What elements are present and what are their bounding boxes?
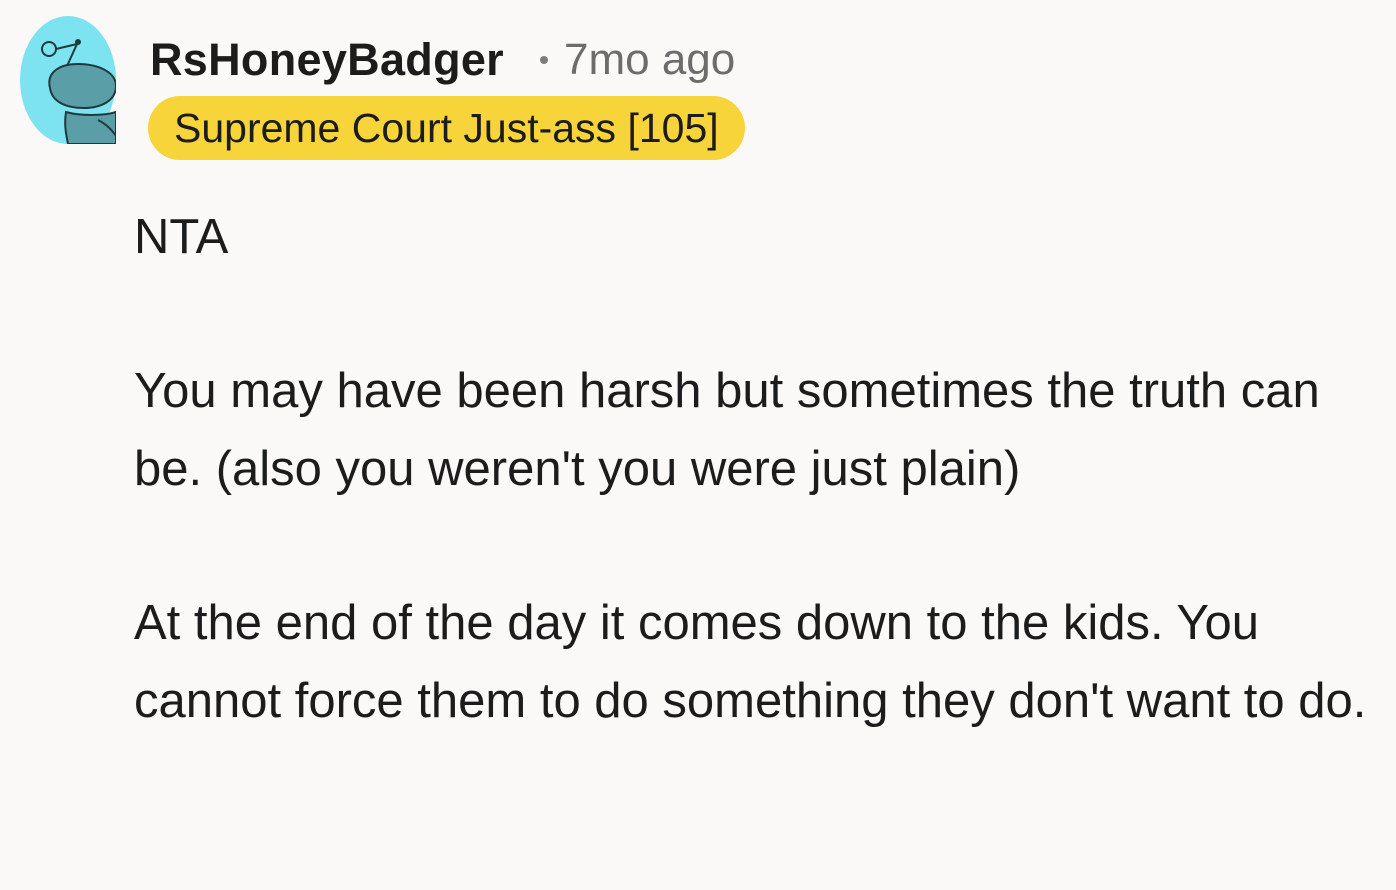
comment-header: RsHoneyBadger 7mo ago — [150, 34, 735, 86]
comment-paragraph: You may have been harsh but sometimes th… — [134, 364, 1320, 496]
username-link[interactable]: RsHoneyBadger — [150, 34, 504, 86]
comment-body: NTA You may have been harsh but sometime… — [134, 198, 1374, 740]
comment-paragraph: NTA — [134, 210, 229, 264]
separator-dot — [540, 56, 548, 64]
comment-timestamp[interactable]: 7mo ago — [564, 35, 735, 85]
comment: RsHoneyBadger 7mo ago Supreme Court Just… — [0, 0, 1396, 890]
comment-paragraph: At the end of the day it comes down to t… — [134, 596, 1367, 728]
user-flair-badge: Supreme Court Just-ass [105] — [148, 96, 745, 160]
snoo-avatar-icon[interactable] — [20, 16, 118, 145]
